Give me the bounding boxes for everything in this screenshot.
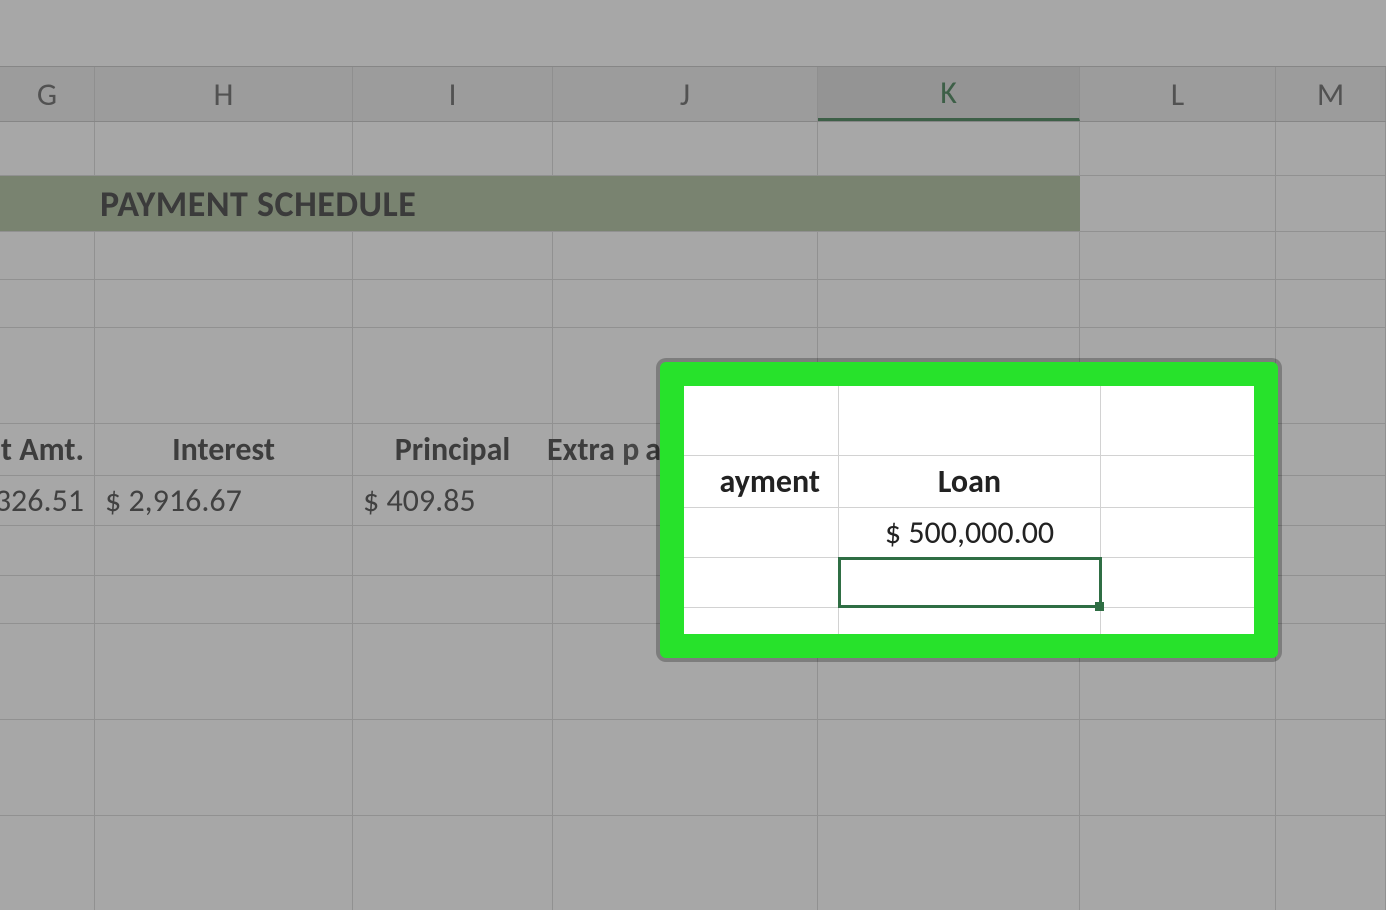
hi-cell[interactable] [684, 608, 839, 634]
hi-cell[interactable] [1101, 608, 1254, 634]
label-principal[interactable]: Principal [353, 424, 553, 476]
row-spacer-3 [0, 280, 1386, 328]
cell[interactable] [353, 526, 553, 576]
cell[interactable] [1276, 576, 1386, 624]
label-interest[interactable]: Interest [95, 424, 353, 476]
cell[interactable] [95, 122, 353, 176]
cell[interactable] [1276, 424, 1386, 476]
cell[interactable] [818, 122, 1080, 176]
hi-cell[interactable] [839, 608, 1101, 634]
cell[interactable] [95, 720, 353, 816]
cell[interactable] [95, 816, 353, 910]
cell[interactable] [95, 624, 353, 720]
cell[interactable] [818, 720, 1080, 816]
cell[interactable] [1080, 816, 1276, 910]
column-header-L[interactable]: L [1080, 67, 1276, 121]
hi-label-extra-payment-fragment[interactable]: ayment [684, 456, 839, 507]
cell[interactable] [95, 526, 353, 576]
cell[interactable] [1080, 122, 1276, 176]
column-header-H[interactable]: H [95, 67, 353, 121]
column-header-J[interactable]: J [553, 67, 818, 121]
cell[interactable] [1276, 816, 1386, 910]
cell[interactable] [0, 576, 95, 624]
column-header-K[interactable]: K [818, 67, 1080, 121]
column-header-M[interactable]: M [1276, 67, 1386, 121]
cell[interactable] [353, 624, 553, 720]
cell[interactable] [818, 816, 1080, 910]
hi-cell[interactable] [1101, 386, 1254, 455]
cell[interactable] [818, 232, 1080, 280]
cell[interactable] [95, 328, 353, 424]
cell[interactable] [353, 232, 553, 280]
cell[interactable] [0, 122, 95, 176]
title-cell[interactable]: PAYMENT SCHEDULE [0, 176, 1080, 232]
cell[interactable] [0, 328, 95, 424]
cell[interactable] [353, 576, 553, 624]
hi-cell[interactable] [684, 508, 839, 557]
cell[interactable] [0, 720, 95, 816]
column-headers-row: G H I J K L M [0, 66, 1386, 122]
cell-principal[interactable]: $ 409.85 [353, 476, 553, 526]
hi-label-loan[interactable]: Loan [839, 456, 1101, 507]
cell[interactable] [553, 720, 818, 816]
cell[interactable] [1080, 720, 1276, 816]
highlight-inner: ayment Loan $ 500,000.00 [684, 386, 1254, 634]
column-header-I[interactable]: I [353, 67, 553, 121]
row-spacer-1 [0, 122, 1386, 176]
row-spacer-7 [0, 720, 1386, 816]
row-spacer-2 [0, 232, 1386, 280]
cell[interactable] [353, 816, 553, 910]
cell[interactable] [1276, 328, 1386, 424]
cell-payment-amt[interactable]: 326.51 [0, 476, 95, 526]
cell[interactable] [353, 280, 553, 328]
cell-interest[interactable]: $ 2,916.67 [95, 476, 353, 526]
hi-cell[interactable] [684, 558, 839, 607]
cell[interactable] [0, 624, 95, 720]
cell[interactable] [553, 232, 818, 280]
cell[interactable] [818, 280, 1080, 328]
row-spacer-8 [0, 816, 1386, 910]
cell[interactable] [95, 576, 353, 624]
highlight-callout: ayment Loan $ 500,000.00 [660, 362, 1278, 658]
cell[interactable] [95, 280, 353, 328]
hi-cell[interactable] [1101, 558, 1254, 607]
hi-cell[interactable] [839, 386, 1101, 455]
cell[interactable] [553, 280, 818, 328]
hi-cell[interactable] [1101, 508, 1254, 557]
cell[interactable] [553, 816, 818, 910]
row-title: PAYMENT SCHEDULE [0, 176, 1386, 232]
cell[interactable] [0, 526, 95, 576]
hi-cell[interactable] [684, 386, 839, 455]
cell[interactable] [0, 232, 95, 280]
cell[interactable] [1080, 280, 1276, 328]
cell[interactable] [1276, 526, 1386, 576]
hi-loan-value[interactable]: $ 500,000.00 [839, 508, 1101, 557]
cell[interactable] [0, 816, 95, 910]
cell[interactable] [1080, 232, 1276, 280]
spreadsheet-viewport: G H I J K L M PAYMENT SCHEDULE [0, 0, 1386, 910]
cell[interactable] [1276, 280, 1386, 328]
cell[interactable] [0, 280, 95, 328]
hi-selected-cell[interactable] [839, 558, 1101, 607]
cell[interactable] [1276, 476, 1386, 526]
cell[interactable] [553, 122, 818, 176]
cell[interactable] [353, 720, 553, 816]
hi-cell[interactable] [1101, 456, 1254, 507]
cell[interactable] [1276, 232, 1386, 280]
column-header-G[interactable]: G [0, 67, 95, 121]
cell[interactable] [1276, 176, 1386, 232]
cell[interactable] [353, 122, 553, 176]
cell[interactable] [353, 328, 553, 424]
cell[interactable] [95, 232, 353, 280]
cell[interactable] [1080, 176, 1276, 232]
cell[interactable] [1276, 122, 1386, 176]
cell[interactable] [1276, 720, 1386, 816]
cell[interactable] [1276, 624, 1386, 720]
label-payment-amt[interactable]: nt Amt. [0, 424, 95, 476]
